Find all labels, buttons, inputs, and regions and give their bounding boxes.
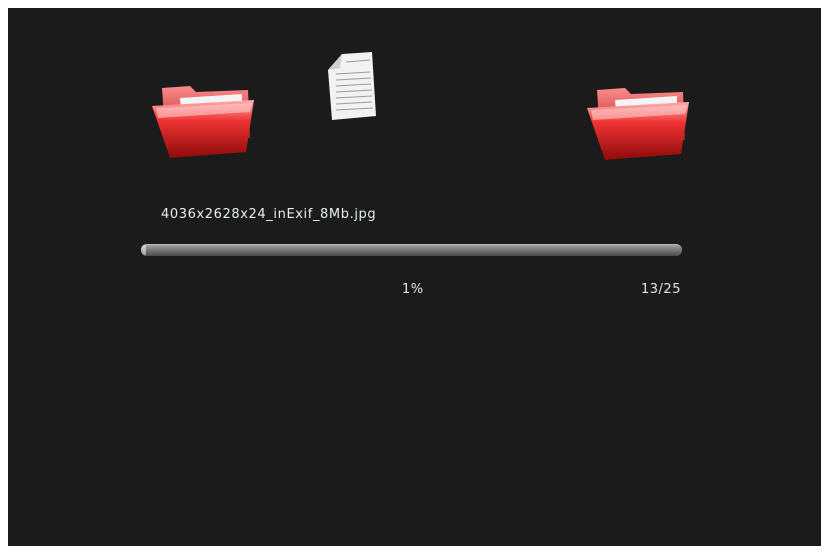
progress-percent-label: 1% [402,282,424,297]
file-counter-label: 13/25 [641,282,681,297]
copy-progress-bar [141,244,682,256]
document-icon [326,50,384,120]
source-folder-icon [150,78,260,160]
destination-folder-icon [585,80,695,162]
copy-progress-fill [141,244,147,256]
copy-progress-screen: 4036x2628x24_inExif_8Mb.jpg 1% 13/25 [8,8,821,546]
file-name-label: 4036x2628x24_inExif_8Mb.jpg [161,207,377,222]
